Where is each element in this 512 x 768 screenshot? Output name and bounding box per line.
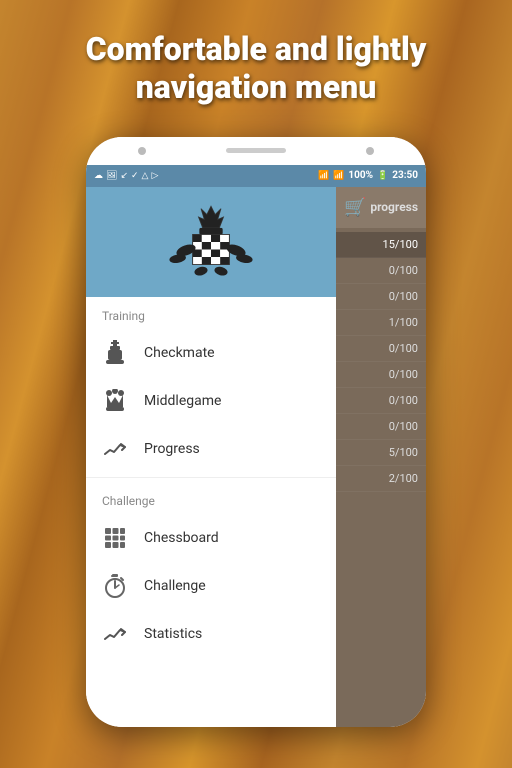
menu-items-container: Training Checkmate [86,297,336,727]
menu-item-statistics[interactable]: Statistics [86,610,336,658]
header-section: Comfortable and lightly navigation menu [66,0,447,127]
status-bar: ☁ 🖼 ↙ ✓ △ ▷ 📶 📶 100% 🔋 23:50 [86,165,426,187]
progress-header: 🛒 progress [336,187,426,228]
king-icon [102,340,128,366]
progress-item-2: 0/100 [336,284,426,310]
phone-frame: ☁ 🖼 ↙ ✓ △ ▷ 📶 📶 100% 🔋 23:50 [86,137,426,727]
title-line2: navigation menu [136,68,377,106]
progress-item-9: 2/100 [336,466,426,492]
clock: 23:50 [392,170,418,181]
chess-logo-svg [161,197,261,287]
progress-item-5: 0/100 [336,362,426,388]
wifi-icon: 📶 [318,171,329,181]
title-line1: Comfortable and lightly [86,30,427,68]
phone-screen: Training Checkmate [86,187,426,727]
progress-item-8: 5/100 [336,440,426,466]
menu-item-middlegame[interactable]: Middlegame [86,377,336,425]
battery-icon: 🔋 [377,171,388,181]
progress-item-0: 15/100 [336,232,426,258]
progress-header-title: progress [370,200,418,214]
menu-logo-header [86,187,336,297]
statistics-trend-icon [102,621,128,647]
middlegame-label: Middlegame [144,393,221,409]
progress-list: 15/100 0/100 0/100 1/100 0/100 0/100 0/1… [336,228,426,727]
cloud-icon: ☁ [94,171,103,181]
main-title: Comfortable and lightly navigation menu [86,30,427,107]
phone-speaker [226,148,286,153]
check-icon: ✓ [131,171,139,181]
play-icon: ▷ [151,171,158,181]
menu-item-chessboard[interactable]: Chessboard [86,514,336,562]
progress-label: Progress [144,441,200,457]
grid-icon [102,525,128,551]
cart-icon: 🛒 [344,197,366,218]
progress-panel: 🛒 progress 15/100 0/100 0/100 1/100 0/10… [336,187,426,727]
progress-item-7: 0/100 [336,414,426,440]
menu-item-challenge[interactable]: Challenge [86,562,336,610]
status-left-icons: ☁ 🖼 ↙ ✓ △ ▷ [94,171,158,181]
stopwatch-icon [102,573,128,599]
progress-item-6: 0/100 [336,388,426,414]
section-label-challenge: Challenge [86,482,336,514]
phone-notch [86,137,426,165]
warn-icon: △ [142,171,149,181]
nfc-icon: ↙ [120,171,128,181]
progress-item-3: 1/100 [336,310,426,336]
menu-item-checkmate[interactable]: Checkmate [86,329,336,377]
progress-trend-icon [102,436,128,462]
signal-icon: 📶 [333,171,344,181]
section-label-training: Training [86,297,336,329]
checkmate-label: Checkmate [144,345,215,361]
queen-icon [102,388,128,414]
menu-item-progress[interactable]: Progress [86,425,336,473]
progress-item-4: 0/100 [336,336,426,362]
challenge-label: Challenge [144,578,206,594]
image-icon: 🖼 [106,171,117,181]
status-right-info: 📶 📶 100% 🔋 23:50 [318,170,418,181]
camera-right [366,147,374,155]
progress-item-1: 0/100 [336,258,426,284]
statistics-label: Statistics [144,626,202,642]
menu-panel: Training Checkmate [86,187,336,727]
chessboard-label: Chessboard [144,530,219,546]
camera-left [138,147,146,155]
battery-percent: 100% [348,170,373,181]
section-divider [86,477,336,478]
